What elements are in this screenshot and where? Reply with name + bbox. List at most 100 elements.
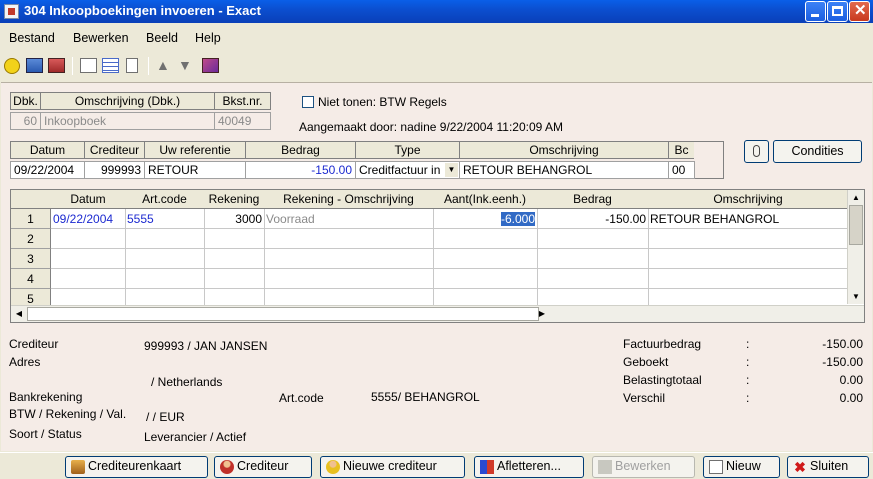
factuurbedrag-label: Factuurbedrag [623,337,702,351]
chevron-down-icon[interactable]: ▼ [445,163,458,177]
export-icon[interactable] [48,58,65,73]
sluiten-button[interactable]: ✖ Sluiten [787,456,869,478]
bewerken-button[interactable]: Bewerken [592,456,695,478]
row-number[interactable]: 4 [11,269,51,289]
scroll-thumb[interactable] [849,205,863,245]
dbk-field: 60 [10,112,41,130]
edit-icon [598,460,612,474]
btw-label: BTW / Rekening / Val. [9,407,127,421]
scroll-down-icon[interactable]: ▼ [849,290,863,303]
omschrijving-field[interactable]: RETOUR BEHANGROL [459,161,669,179]
hscroll-thumb[interactable] [27,307,539,321]
col-bedrag-header: Bedrag [245,141,356,159]
title-bar: 304 Inkoopboekingen invoeren - Exact ✕ [0,0,873,23]
crediteur-button[interactable]: Crediteur [214,456,312,478]
grid-col-artcode: Art.code [125,190,205,209]
empty-rows[interactable] [51,229,849,309]
grid-col-datum: Datum [51,190,126,209]
arrow-up-icon[interactable]: ▲ [156,58,173,73]
close-button[interactable]: ✕ [849,1,870,22]
col-omschrijving-header: Omschrijving [459,141,669,159]
grid-cell-omschrijving[interactable]: RETOUR BEHANGROL [648,209,849,229]
crediteur-field[interactable]: 999993 [84,161,145,179]
artcode-value: 5555/ BEHANGROL [371,390,480,404]
maximize-icon [832,6,843,16]
nieuwe-crediteur-button[interactable]: Nieuwe crediteur [320,456,465,478]
type-select[interactable]: Creditfactuur in ▼ [355,161,460,179]
omschrijving-dbk-field: Inkoopboek [40,112,215,130]
menu-bar: Bestand Bewerken Beeld Help [0,26,873,50]
minimize-button[interactable] [805,1,826,22]
adres-label: Adres [9,355,41,369]
afletteren-button[interactable]: Afletteren... [474,456,584,478]
crediteur-button-label: Crediteur [237,459,289,473]
new-document-icon [709,460,723,474]
row-number[interactable]: 2 [11,229,51,249]
soort-label: Soort / Status [9,427,82,441]
booking-lines-grid: Datum Art.code Rekening Rekening - Omsch… [10,189,865,323]
grid-cell-datum[interactable]: 09/22/2004 [51,209,126,229]
grid-corner [11,190,52,209]
verschil-label: Verschil [623,391,666,405]
totals-separator: : [746,391,750,405]
list-icon[interactable] [102,58,119,73]
book-icon[interactable] [202,58,219,73]
bc-field[interactable]: 00 [668,161,695,179]
soort-value: Leverancier / Actief [144,430,247,444]
row-number[interactable]: 1 [11,209,51,229]
grid-cell-aant[interactable]: -6.000 [433,209,538,229]
referentie-field[interactable]: RETOUR [144,161,246,179]
notes-icon[interactable] [126,58,138,73]
col-bkstnr-header: Bkst.nr. [214,92,271,110]
import-icon[interactable] [26,58,43,73]
crediteurenkaart-button[interactable]: Crediteurenkaart [65,456,208,478]
paperclip-icon [753,145,760,157]
col-divider [433,229,434,309]
booking-extra-column [694,141,724,179]
grid-cell-rekening-oms[interactable]: Voorraad [264,209,434,229]
preview-icon[interactable] [80,58,97,73]
col-divider [125,229,126,309]
scroll-up-icon[interactable]: ▲ [849,191,863,204]
col-divider [537,229,538,309]
selected-value: -6.000 [500,212,535,226]
attachment-button[interactable] [744,140,769,163]
maximize-button[interactable] [827,1,848,22]
main-panel: Dbk. Omschrijving (Dbk.) Bkst.nr. 60 Ink… [1,82,872,451]
menu-bestand[interactable]: Bestand [9,31,55,45]
menu-beeld[interactable]: Beeld [146,31,178,45]
grid-col-aant: Aant(Ink.eenh.) [433,190,538,209]
col-bc-header: Bc [668,141,695,159]
arrow-down-icon[interactable]: ▼ [178,58,195,73]
card-icon [71,460,85,474]
grid-cell-bedrag[interactable]: -150.00 [537,209,649,229]
row-number[interactable]: 3 [11,249,51,269]
col-referentie-header: Uw referentie [144,141,246,159]
niet-tonen-checkbox[interactable] [302,96,314,108]
crediteurenkaart-label: Crediteurenkaart [88,459,182,473]
euro-icon[interactable] [4,58,20,74]
minimize-icon [811,14,819,17]
factuurbedrag-value: -150.00 [822,337,863,351]
menu-help[interactable]: Help [195,31,221,45]
totals-separator: : [746,355,750,369]
totals-separator: : [746,337,750,351]
scroll-right-icon[interactable]: ▶ [536,307,548,321]
adres-value: / Netherlands [151,375,223,389]
geboekt-label: Geboekt [623,355,669,369]
vertical-scrollbar[interactable]: ▲ ▼ [847,190,864,304]
col-omschrijving-dbk-header: Omschrijving (Dbk.) [40,92,215,110]
bewerken-label: Bewerken [615,459,671,473]
grid-cell-artcode[interactable]: 5555 [125,209,205,229]
grid-cell-rekening[interactable]: 3000 [204,209,265,229]
bedrag-field[interactable]: -150.00 [245,161,356,179]
col-divider [204,229,205,309]
horizontal-scrollbar[interactable]: ◀ ▶ [11,305,864,322]
nieuw-button[interactable]: Nieuw [703,456,780,478]
condities-button[interactable]: Condities [773,140,862,163]
datum-field[interactable]: 09/22/2004 [10,161,85,179]
menu-bewerken[interactable]: Bewerken [73,31,129,45]
close-icon: ✕ [854,2,867,19]
scroll-left-icon[interactable]: ◀ [12,307,26,321]
nieuwe-crediteur-label: Nieuwe crediteur [343,459,437,473]
